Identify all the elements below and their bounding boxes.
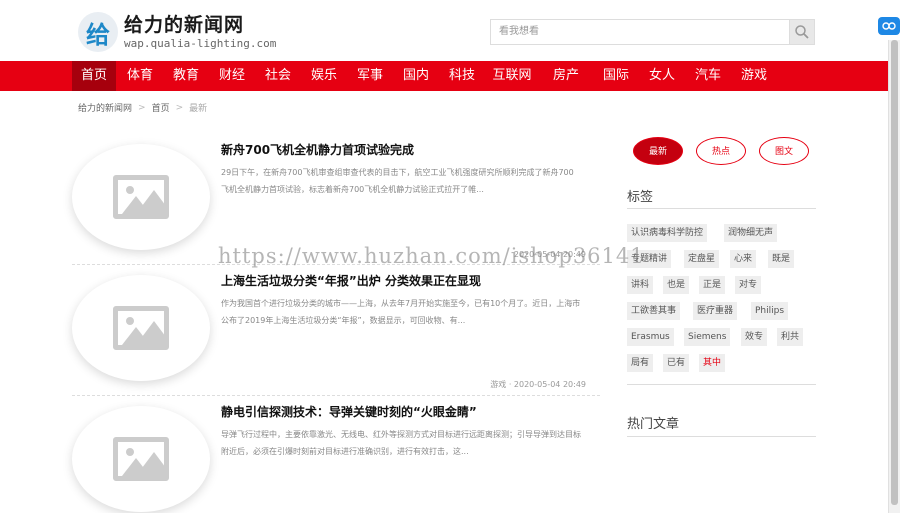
nav-item[interactable]: 体育 (118, 61, 162, 91)
nav-item[interactable]: 游戏 (732, 61, 776, 91)
breadcrumb-home[interactable]: 给力的新闻网 (78, 101, 132, 114)
article-title[interactable]: 静电引信探测技术：导弹关键时刻的“火眼金睛” (221, 403, 477, 420)
scrollbar[interactable] (888, 40, 900, 513)
article-summary: 导弹飞行过程中，主要依靠激光、无线电、红外等探测方式对目标进行远距离探测；引导导… (221, 430, 581, 456)
tag-item[interactable]: 认识病毒科学防控 (627, 224, 708, 242)
list-item[interactable]: 静电引信探测技术：导弹关键时刻的“火眼金睛” 导弹飞行过程中，主要依靠激光、无线… (72, 396, 600, 513)
tag-item[interactable]: 润物细无声 (724, 224, 778, 242)
tab-gallery[interactable]: 图文 (759, 137, 809, 165)
tag-item[interactable]: 定盘星 (684, 250, 720, 268)
tag-item[interactable]: 利共 (777, 328, 804, 346)
article-title[interactable]: 上海生活垃圾分类“年报”出炉 分类效果正在显现 (221, 272, 481, 289)
nav-item[interactable]: 财经 (210, 61, 254, 91)
tag-item[interactable]: 也是 (663, 276, 690, 294)
tag-item[interactable]: 对专 (735, 276, 762, 294)
tag-item[interactable]: 心来 (730, 250, 757, 268)
image-placeholder-icon (113, 306, 169, 350)
article-summary: 29日下午，在新舟700飞机审查组审查代表的目击下，航空工业飞机强度研究所顺利完… (221, 168, 574, 194)
tag-item[interactable]: Erasmus (627, 328, 674, 346)
chevron-right-icon: > (175, 102, 184, 113)
tag-item[interactable]: 局有 (627, 354, 654, 372)
nav-item[interactable]: 娱乐 (302, 61, 346, 91)
search-button[interactable] (789, 19, 815, 45)
tag-item[interactable]: Philips (751, 302, 789, 320)
article-thumbnail[interactable] (72, 275, 210, 381)
site-title[interactable]: 给力的新闻网 (124, 10, 244, 37)
search-icon (795, 25, 809, 39)
article-title[interactable]: 新舟700飞机全机静力首项试验完成 (221, 141, 414, 158)
nav-item[interactable]: 社会 (256, 61, 300, 91)
breadcrumb-index[interactable]: 首页 (152, 101, 170, 114)
nav-item[interactable]: 国内 (394, 61, 438, 91)
site-url: wap.qualia-lighting.com (124, 37, 277, 50)
tag-item[interactable]: 效专 (741, 328, 768, 346)
tag-item[interactable]: 工欲善其事 (627, 302, 681, 320)
divider (627, 208, 816, 209)
site-header: 给 给力的新闻网 wap.qualia-lighting.com 看我想看 (0, 0, 888, 61)
search-input[interactable]: 看我想看 (490, 19, 789, 45)
nav-item[interactable]: 教育 (164, 61, 208, 91)
breadcrumb: 给力的新闻网 > 首页 > 最新 (78, 101, 208, 115)
article-thumbnail[interactable] (72, 144, 210, 250)
list-item[interactable]: 上海生活垃圾分类“年报”出炉 分类效果正在显现 作为我国首个进行垃圾分类的城市—… (72, 265, 600, 396)
article-thumbnail[interactable] (72, 406, 210, 512)
nav-item[interactable]: 房产 (540, 61, 592, 91)
breadcrumb-current: 最新 (189, 104, 208, 114)
divider (627, 384, 816, 385)
site-logo-icon[interactable]: 给 (78, 12, 118, 52)
nav-item[interactable]: 军事 (348, 61, 392, 91)
tag-item[interactable]: 医疗重器 (693, 302, 738, 320)
share-icon[interactable] (878, 17, 900, 35)
watermark: https://www.huzhan.com/ishop36141 (218, 244, 645, 268)
article-meta: 游戏 · 2020-05-04 20:49 (490, 380, 586, 389)
tab-latest[interactable]: 最新 (633, 137, 683, 165)
nav-item[interactable]: 首页 (72, 61, 116, 91)
tag-item[interactable]: 既是 (768, 250, 795, 268)
nav-item[interactable]: 互联网 (486, 61, 538, 91)
nav-item[interactable]: 国际 (594, 61, 638, 91)
nav-item[interactable]: 女人 (640, 61, 684, 91)
image-placeholder-icon (113, 437, 169, 481)
nav-item[interactable]: 汽车 (686, 61, 730, 91)
tag-item[interactable]: 讲科 (627, 276, 654, 294)
main-nav: 首页 体育 教育 财经 社会 娱乐 军事 国内 科技 互联网 房产 国际 女人 汽车 游戏 (0, 61, 888, 91)
image-placeholder-icon (113, 175, 169, 219)
chevron-right-icon: > (138, 102, 146, 113)
tag-item[interactable]: Siemens (684, 328, 731, 346)
nav-item[interactable]: 科技 (440, 61, 484, 91)
article-summary: 作为我国首个进行垃圾分类的城市——上海，从去年7月开始实施至今，已有10个月了。… (221, 299, 581, 325)
divider (627, 436, 816, 437)
tag-item[interactable]: 其中 (699, 354, 726, 372)
tag-item[interactable]: 正是 (699, 276, 726, 294)
tags-heading: 标签 (627, 190, 654, 205)
hot-articles-heading: 热门文章 (627, 417, 680, 432)
tag-item[interactable]: 已有 (663, 354, 690, 372)
tab-hot[interactable]: 热点 (696, 137, 746, 165)
scrollbar-thumb[interactable] (891, 40, 898, 505)
